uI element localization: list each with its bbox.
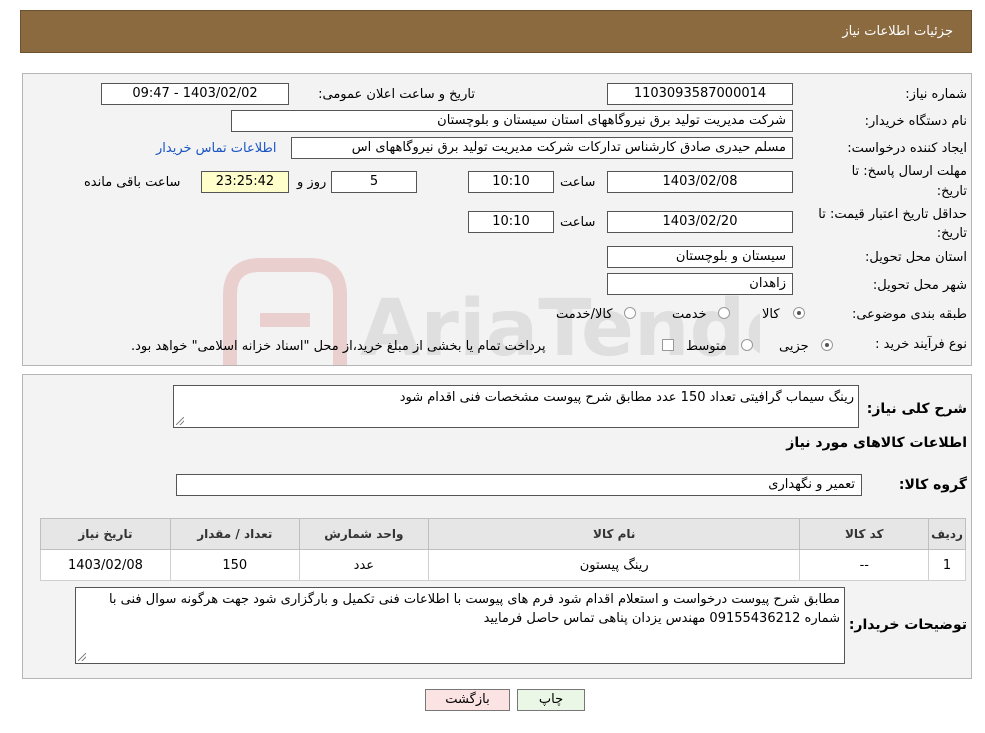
category-option-goods-service: کالا/خدمت <box>556 307 613 322</box>
delivery-city-label: شهر محل تحویل: <box>872 278 967 293</box>
price-validity-label-date: تاریخ: <box>936 226 967 241</box>
category-radio-goods[interactable] <box>793 307 805 319</box>
category-option-goods: کالا <box>762 307 780 322</box>
buyer-org-field: شرکت مدیریت تولید برق نیروگاههای استان س… <box>231 110 793 132</box>
remaining-time-label: ساعت باقی مانده <box>84 175 181 190</box>
col-qty: تعداد / مقدار <box>169 518 300 550</box>
goods-info-title: اطلاعات کالاهای مورد نیاز <box>786 435 967 451</box>
goods-group-field: تعمیر و نگهداری <box>176 474 862 496</box>
treasury-bond-checkbox[interactable] <box>662 339 674 351</box>
cell-date: 1403/02/08 <box>40 549 171 581</box>
need-summary-textarea[interactable]: رینگ سیماب گرافیتی تعداد 150 عدد مطابق ش… <box>173 385 859 428</box>
deadline-label-date: تاریخ: <box>936 184 967 199</box>
col-date: تاریخ نیاز <box>40 518 171 550</box>
col-unit: واحد شمارش <box>298 518 429 550</box>
goods-table: ردیف کد کالا نام کالا واحد شمارش تعداد /… <box>40 518 966 581</box>
announce-datetime-field: 1403/02/02 - 09:47 <box>101 83 289 105</box>
category-label: طبقه بندی موضوعی: <box>851 307 967 322</box>
need-number-field: 1103093587000014 <box>607 83 793 105</box>
need-summary-label: شرح کلی نیاز: <box>866 401 967 417</box>
cell-row: 1 <box>928 549 966 581</box>
deadline-time-label: ساعت <box>560 175 596 190</box>
need-number-label: شماره نیاز: <box>905 87 967 102</box>
category-option-service: خدمت <box>672 307 707 322</box>
goods-table-header: ردیف کد کالا نام کالا واحد شمارش تعداد /… <box>40 518 966 550</box>
cell-code: -- <box>799 549 930 581</box>
deadline-date-field: 1403/02/08 <box>607 171 793 193</box>
treasury-bond-note: پرداخت تمام یا بخشی از مبلغ خرید،از محل … <box>131 339 546 354</box>
buyer-contact-link[interactable]: اطلاعات تماس خریدار <box>156 141 276 156</box>
price-validity-date-field: 1403/02/20 <box>607 211 793 233</box>
watermark-text: AriaTender.neT <box>360 284 760 374</box>
back-button[interactable]: بازگشت <box>425 689 510 711</box>
buyer-notes-text: مطابق شرح پیوست درخواست و استعلام اقدام … <box>108 592 840 626</box>
price-validity-label: حداقل تاریخ اعتبار قیمت: تا <box>818 207 967 222</box>
resize-grip-icon[interactable] <box>78 653 86 661</box>
validity-time-label: ساعت <box>560 215 596 230</box>
col-row: ردیف <box>928 518 966 550</box>
process-option-medium: متوسط <box>686 339 727 354</box>
category-radio-goods-service[interactable] <box>624 307 636 319</box>
need-summary-text: رینگ سیماب گرافیتی تعداد 150 عدد مطابق ش… <box>399 390 854 405</box>
process-radio-partial[interactable] <box>821 339 833 351</box>
col-name: نام کالا <box>427 518 801 550</box>
request-creator-field: مسلم حیدری صادق کارشناس تدارکات شرکت مدی… <box>291 137 793 159</box>
request-creator-label: ایجاد کننده درخواست: <box>847 141 967 156</box>
category-radio-service[interactable] <box>718 307 730 319</box>
page-title: جزئیات اطلاعات نیاز <box>842 24 953 39</box>
buyer-org-label: نام دستگاه خریدار: <box>864 114 967 129</box>
validity-time-field: 10:10 <box>468 211 554 233</box>
buyer-notes-textarea[interactable]: مطابق شرح پیوست درخواست و استعلام اقدام … <box>75 587 845 664</box>
deadline-label: مهلت ارسال پاسخ: تا <box>851 164 967 179</box>
process-option-partial: جزیی <box>779 339 809 354</box>
table-row: 1 -- رینگ پیستون عدد 150 1403/02/08 <box>40 549 966 581</box>
days-label: روز و <box>297 175 327 190</box>
goods-group-label: گروه کالا: <box>898 477 967 493</box>
delivery-city-field: زاهدان <box>607 273 793 295</box>
announce-datetime-label: تاریخ و ساعت اعلان عمومی: <box>318 87 475 102</box>
cell-name: رینگ پیستون <box>427 549 801 581</box>
page-header: جزئیات اطلاعات نیاز <box>20 10 972 53</box>
print-button[interactable]: چاپ <box>517 689 585 711</box>
cell-unit: عدد <box>298 549 429 581</box>
remaining-time-field: 23:25:42 <box>201 171 289 193</box>
cell-qty: 150 <box>169 549 300 581</box>
deadline-time-field: 10:10 <box>468 171 554 193</box>
resize-grip-icon[interactable] <box>176 417 184 425</box>
delivery-province-label: استان محل تحویل: <box>865 250 967 265</box>
process-radio-medium[interactable] <box>741 339 753 351</box>
delivery-province-field: سیستان و بلوچستان <box>607 246 793 268</box>
col-code: کد کالا <box>799 518 930 550</box>
purchase-process-label: نوع فرآیند خرید : <box>875 337 967 352</box>
buyer-notes-label: توضیحات خریدار: <box>848 617 967 633</box>
days-remaining-field: 5 <box>331 171 417 193</box>
